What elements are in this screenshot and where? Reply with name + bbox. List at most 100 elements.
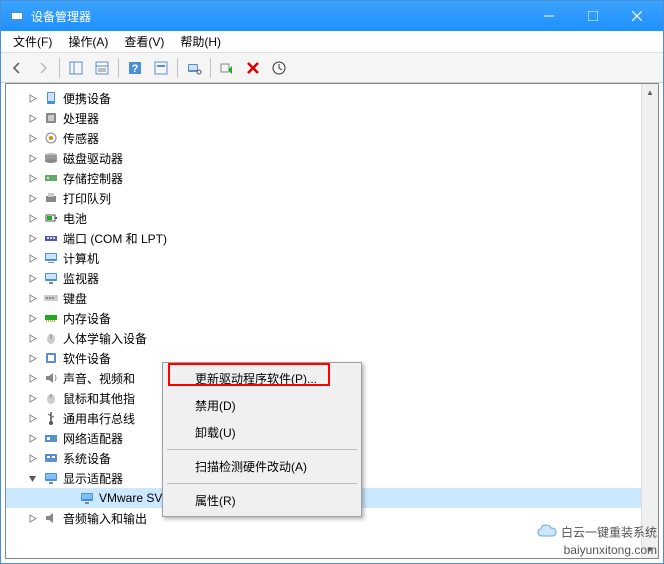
tree-item[interactable]: 存储控制器 xyxy=(6,168,658,188)
expand-icon[interactable] xyxy=(26,172,39,185)
tree-item[interactable]: 内存设备 xyxy=(6,308,658,328)
update-driver-button[interactable] xyxy=(267,56,291,80)
tree-item-label: 键盘 xyxy=(63,290,87,307)
expand-icon[interactable] xyxy=(26,512,39,525)
expand-icon[interactable] xyxy=(26,92,39,105)
tree-item[interactable]: 监视器 xyxy=(6,268,658,288)
scan-hardware-button[interactable] xyxy=(182,56,206,80)
expand-icon[interactable] xyxy=(26,132,39,145)
close-button[interactable] xyxy=(615,1,659,31)
expand-icon[interactable] xyxy=(26,372,39,385)
speaker-icon xyxy=(43,510,59,526)
context-menu-item[interactable]: 扫描检测硬件改动(A) xyxy=(165,453,359,480)
expand-icon[interactable] xyxy=(26,192,39,205)
context-menu: 更新驱动程序软件(P)...禁用(D)卸载(U) 扫描检测硬件改动(A) 属性(R) xyxy=(162,362,362,517)
tree-item-label: 存储控制器 xyxy=(63,170,123,187)
expand-icon[interactable] xyxy=(26,472,39,485)
cpu-icon xyxy=(43,110,59,126)
svg-text:?: ? xyxy=(132,63,139,75)
tree-item-label: 便携设备 xyxy=(63,90,111,107)
tree-item[interactable]: 端口 (COM 和 LPT) xyxy=(6,228,658,248)
tree-item[interactable]: 处理器 xyxy=(6,108,658,128)
vertical-scrollbar[interactable]: ▲ ▼ xyxy=(641,84,658,558)
portable-icon xyxy=(43,90,59,106)
tree-item[interactable]: 电池 xyxy=(6,208,658,228)
keyboard-icon xyxy=(43,290,59,306)
app-icon xyxy=(9,8,25,24)
expand-icon[interactable] xyxy=(26,292,39,305)
expand-icon[interactable] xyxy=(26,452,39,465)
maximize-button[interactable] xyxy=(571,1,615,31)
show-hide-tree-button[interactable] xyxy=(64,56,88,80)
tree-item-label: 音频输入和输出 xyxy=(63,510,147,527)
expand-icon[interactable] xyxy=(26,352,39,365)
action-button[interactable] xyxy=(149,56,173,80)
menu-file[interactable]: 文件(F) xyxy=(5,31,60,52)
menu-help[interactable]: 帮助(H) xyxy=(172,31,229,52)
tree-item-label: 人体学输入设备 xyxy=(63,330,147,347)
menu-action[interactable]: 操作(A) xyxy=(60,31,116,52)
tree-item-label: 传感器 xyxy=(63,130,99,147)
scroll-up-button[interactable]: ▲ xyxy=(642,84,658,101)
watermark-text-1: 白云一键重装系统 xyxy=(561,525,657,539)
tree-item-label: 软件设备 xyxy=(63,350,111,367)
context-menu-item[interactable]: 卸载(U) xyxy=(165,419,359,446)
disk-icon xyxy=(43,150,59,166)
context-menu-item[interactable]: 属性(R) xyxy=(165,487,359,514)
expand-icon[interactable] xyxy=(26,312,39,325)
expand-icon[interactable] xyxy=(26,412,39,425)
tree-item[interactable]: 传感器 xyxy=(6,128,658,148)
menu-view[interactable]: 查看(V) xyxy=(116,31,172,52)
tree-item[interactable]: 磁盘驱动器 xyxy=(6,148,658,168)
enable-button[interactable] xyxy=(215,56,239,80)
properties-button[interactable] xyxy=(90,56,114,80)
tree-item[interactable]: 打印队列 xyxy=(6,188,658,208)
expand-icon[interactable] xyxy=(26,212,39,225)
expand-spacer xyxy=(62,492,75,505)
context-menu-item[interactable]: 禁用(D) xyxy=(165,392,359,419)
toolbar-separator xyxy=(59,58,60,78)
battery-icon xyxy=(43,210,59,226)
watermark: 白云一键重装系统 baiyunxitong.com xyxy=(536,523,657,559)
expand-icon[interactable] xyxy=(26,232,39,245)
context-menu-separator xyxy=(167,483,357,484)
expand-icon[interactable] xyxy=(26,112,39,125)
network-icon xyxy=(43,430,59,446)
expand-icon[interactable] xyxy=(26,332,39,345)
tree-item-label: 计算机 xyxy=(63,250,99,267)
tree-item-label: 电池 xyxy=(63,210,87,227)
tree-item-label: 内存设备 xyxy=(63,310,111,327)
back-button[interactable] xyxy=(5,56,29,80)
uninstall-button[interactable] xyxy=(241,56,265,80)
port-icon xyxy=(43,230,59,246)
context-menu-item[interactable]: 更新驱动程序软件(P)... xyxy=(165,365,359,392)
tree-item[interactable]: 键盘 xyxy=(6,288,658,308)
watermark-text-2: baiyunxitong.com xyxy=(564,543,657,557)
expand-icon[interactable] xyxy=(26,392,39,405)
tree-item-label: 监视器 xyxy=(63,270,99,287)
tree-item[interactable]: 人体学输入设备 xyxy=(6,328,658,348)
help-button[interactable]: ? xyxy=(123,56,147,80)
forward-button[interactable] xyxy=(31,56,55,80)
window-title: 设备管理器 xyxy=(31,8,527,25)
minimize-button[interactable] xyxy=(527,1,571,31)
tree-item-label: 声音、视频和 xyxy=(63,370,135,387)
expand-icon[interactable] xyxy=(26,432,39,445)
toolbar: ? xyxy=(1,53,663,83)
menubar: 文件(F) 操作(A) 查看(V) 帮助(H) xyxy=(1,31,663,53)
system-icon xyxy=(43,450,59,466)
expand-icon[interactable] xyxy=(26,152,39,165)
computer-icon xyxy=(43,250,59,266)
expand-icon[interactable] xyxy=(26,252,39,265)
expand-icon[interactable] xyxy=(26,272,39,285)
storage-icon xyxy=(43,170,59,186)
tree-item[interactable]: 计算机 xyxy=(6,248,658,268)
tree-item[interactable]: 便携设备 xyxy=(6,88,658,108)
monitor-icon xyxy=(43,270,59,286)
context-menu-separator xyxy=(167,449,357,450)
tree-item-label: 打印队列 xyxy=(63,190,111,207)
tree-item-label: 显示适配器 xyxy=(63,470,123,487)
titlebar: 设备管理器 xyxy=(1,1,663,31)
toolbar-separator xyxy=(118,58,119,78)
tree-item-label: 网络适配器 xyxy=(63,430,123,447)
